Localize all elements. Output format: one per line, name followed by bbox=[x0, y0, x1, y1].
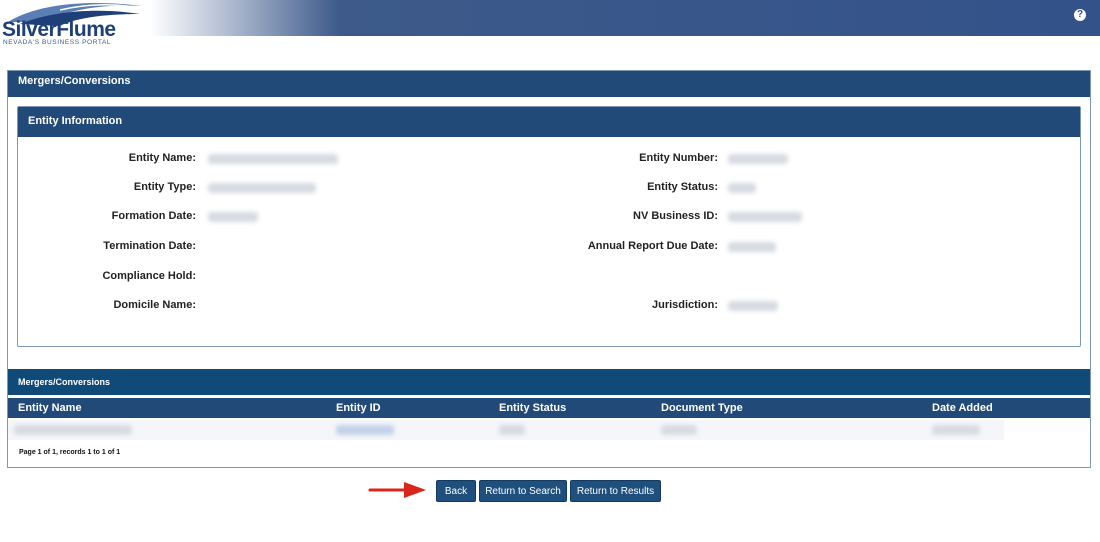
mergers-table-title: Mergers/Conversions bbox=[8, 369, 1090, 395]
entity-number-label: Entity Number: bbox=[639, 152, 718, 164]
domicile-name-label: Domicile Name: bbox=[113, 299, 196, 311]
return-to-results-button[interactable]: Return to Results bbox=[570, 480, 661, 502]
formation-date-label: Formation Date: bbox=[111, 210, 196, 222]
logo-tagline: NEVADA'S BUSINESS PORTAL bbox=[3, 39, 112, 46]
annual-report-date-value-redacted bbox=[728, 242, 776, 252]
col-entity-status[interactable]: Entity Status bbox=[499, 402, 566, 414]
entity-status-label: Entity Status: bbox=[647, 181, 718, 193]
formation-date-value-redacted bbox=[208, 212, 258, 222]
row-entity-status-redacted bbox=[499, 425, 525, 435]
col-entity-id[interactable]: Entity ID bbox=[336, 402, 381, 414]
entity-name-value-redacted bbox=[208, 154, 338, 164]
nv-business-id-label: NV Business ID: bbox=[633, 210, 718, 222]
mergers-table-header: Entity Name Entity ID Entity Status Docu… bbox=[8, 398, 1090, 418]
row-entity-name-redacted bbox=[14, 425, 132, 435]
jurisdiction-label: Jurisdiction: bbox=[651, 299, 718, 311]
top-banner bbox=[0, 0, 1100, 36]
termination-date-label: Termination Date: bbox=[103, 240, 196, 252]
back-button[interactable]: Back bbox=[436, 480, 476, 502]
col-entity-name[interactable]: Entity Name bbox=[18, 402, 82, 414]
table-row[interactable] bbox=[8, 420, 1004, 440]
compliance-hold-label: Compliance Hold: bbox=[102, 270, 196, 282]
entity-information-card: Entity Information Entity Name: Entity T… bbox=[17, 106, 1081, 347]
entity-information-title: Entity Information bbox=[18, 107, 1080, 137]
annual-report-due-date-label: Annual Report Due Date: bbox=[587, 240, 718, 252]
row-entity-id-link-redacted[interactable] bbox=[336, 425, 394, 435]
col-document-type[interactable]: Document Type bbox=[661, 402, 743, 414]
col-date-added[interactable]: Date Added bbox=[932, 402, 993, 414]
row-document-type-redacted bbox=[661, 425, 697, 435]
entity-status-value-redacted bbox=[728, 183, 756, 193]
jurisdiction-value-redacted bbox=[728, 301, 778, 311]
help-icon[interactable]: ? bbox=[1074, 9, 1086, 21]
pagination-info: Page 1 of 1, records 1 to 1 of 1 bbox=[19, 449, 121, 456]
entity-type-value-redacted bbox=[208, 183, 316, 193]
row-date-added-redacted bbox=[932, 425, 980, 435]
return-to-search-button[interactable]: Return to Search bbox=[479, 480, 567, 502]
mergers-conversions-panel: Mergers/Conversions Entity Information E… bbox=[7, 70, 1091, 468]
nv-business-id-value-redacted bbox=[728, 212, 802, 222]
silverflume-logo[interactable]: SilverFlume NEVADA'S BUSINESS PORTAL bbox=[0, 0, 150, 46]
red-arrow-icon bbox=[368, 482, 426, 498]
entity-type-label: Entity Type: bbox=[133, 181, 196, 193]
panel-title: Mergers/Conversions bbox=[8, 71, 1090, 97]
entity-name-label: Entity Name: bbox=[128, 152, 196, 164]
entity-number-value-redacted bbox=[728, 154, 788, 164]
